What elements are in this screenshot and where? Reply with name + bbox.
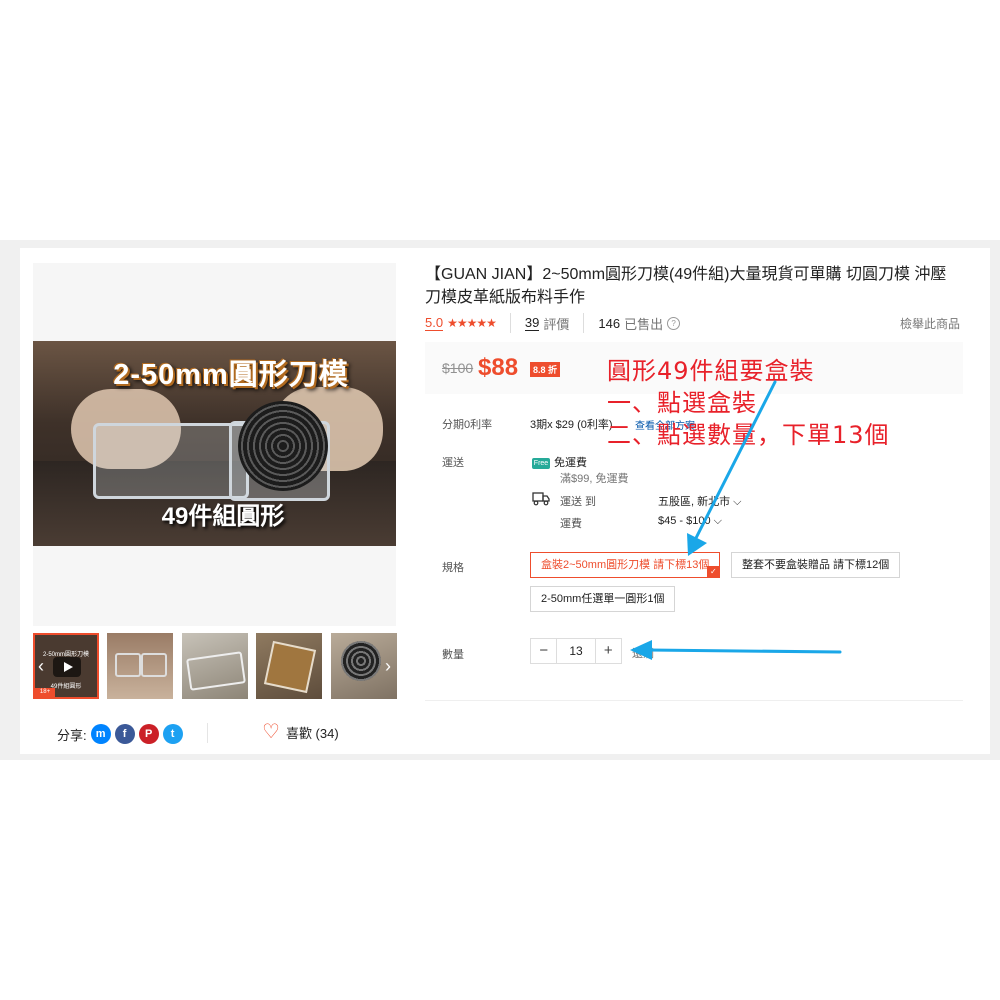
rating-value[interactable]: 5.0 xyxy=(425,315,444,331)
annotation-line-2: 一、點選盒裝 xyxy=(607,389,757,417)
installment-value: 3期x $29 (0利率) xyxy=(530,419,613,431)
thumbnail-strip: 2-50mm圓形刀模 49件組圓形 18+ xyxy=(33,633,397,701)
free-shipping-note: 滿$99, 免運費 xyxy=(560,473,629,485)
messenger-icon[interactable]: m xyxy=(90,724,111,744)
like-label: 喜歡 (34) xyxy=(285,725,339,741)
shipping-fee-label: 運費 xyxy=(560,518,582,530)
rating-row: 5.0 ★★★★★ 39 評價 146 已售出 ? xyxy=(425,313,681,333)
video-die-set xyxy=(238,401,328,491)
video-box-left xyxy=(93,423,249,499)
share-label: 分享: xyxy=(57,727,87,743)
ship-to-label: 運送 到 xyxy=(560,496,597,508)
thumbnail-box xyxy=(186,651,246,691)
ship-to-location[interactable]: 五股區, 新北市 ⌵ xyxy=(658,493,742,509)
variant-single-round[interactable]: 2-50mm任選單一圓形1個 xyxy=(530,586,676,612)
sold-count: 146 xyxy=(598,315,621,331)
sold-label: 已售出 xyxy=(624,316,664,332)
quantity-decrease-button[interactable]: − xyxy=(531,639,556,663)
twitter-icon[interactable]: t xyxy=(162,724,183,744)
like-button[interactable]: ♡ 喜歡 (34) xyxy=(262,722,339,742)
original-price: $100 xyxy=(442,360,474,376)
thumbnail-die xyxy=(341,641,381,681)
shipping-label: 運送 xyxy=(442,457,464,469)
thumbnail-image[interactable] xyxy=(256,633,322,699)
gallery-prev-arrow[interactable]: ‹ xyxy=(34,655,48,677)
quantity-stepper: − 13 + xyxy=(530,638,622,664)
reviews-count[interactable]: 39 xyxy=(524,315,540,331)
quantity-label: 數量 xyxy=(442,649,464,661)
shipping-fee-value[interactable]: $45 - $100 ⌵ xyxy=(658,515,722,528)
age-badge: 18+ xyxy=(35,688,55,697)
free-shipping-icon: Free xyxy=(532,457,550,469)
video-title: 2-50mm圓形刀模 xyxy=(113,359,349,391)
facebook-icon[interactable]: f xyxy=(114,724,135,744)
share-row: 分享: m f P t xyxy=(57,722,183,746)
gallery-next-arrow[interactable]: › xyxy=(381,655,395,677)
reviews-label: 評價 xyxy=(543,316,570,332)
share-divider xyxy=(207,723,208,743)
free-shipping: Free 免運費 xyxy=(532,454,587,470)
current-price: $88 xyxy=(478,354,519,381)
quantity-increase-button[interactable]: + xyxy=(596,639,621,663)
thumbnail-image[interactable] xyxy=(182,633,248,699)
play-icon xyxy=(53,657,81,677)
installment-label: 分期0利率 xyxy=(442,419,493,431)
section-divider xyxy=(425,700,963,701)
pinterest-icon[interactable]: P xyxy=(138,724,159,744)
annotation-line-1: 圓形49件組要盒裝 xyxy=(607,357,815,385)
free-shipping-label: 免運費 xyxy=(554,457,587,469)
thumbnail-box xyxy=(263,640,317,694)
truck-icon xyxy=(532,492,550,506)
discount-badge: 8.8 折 xyxy=(530,362,561,377)
stock-note: 還剩 xyxy=(632,648,654,660)
product-video[interactable]: 2-50mm圓形刀模 49件組圓形 xyxy=(33,341,396,546)
variation-label: 規格 xyxy=(442,562,464,574)
rating-stars: ★★★★★ xyxy=(447,316,497,330)
video-caption: 49件組圓形 xyxy=(161,503,285,530)
report-link[interactable]: 檢舉此商品 xyxy=(900,315,960,332)
thumbnail-box-right xyxy=(141,653,167,677)
sold-divider xyxy=(583,313,585,333)
thumbnail-image[interactable] xyxy=(107,633,173,699)
rating-divider xyxy=(509,313,511,333)
heart-icon: ♡ xyxy=(262,721,280,743)
product-title: 【GUAN JIAN】2~50mm圓形刀模(49件組)大量現貨可單購 切圓刀模 … xyxy=(425,266,947,306)
variant-no-box[interactable]: 整套不要盒裝贈品 請下標12個 xyxy=(731,552,901,578)
thumbnail-box-left xyxy=(115,653,141,677)
quantity-input[interactable]: 13 xyxy=(556,639,596,663)
variant-boxed-set[interactable]: 盒裝2~50mm圓形刀模 請下標13個 xyxy=(530,552,721,578)
annotation-line-3: 二、點選數量，下單13個 xyxy=(607,421,890,449)
help-icon[interactable]: ? xyxy=(667,316,681,330)
